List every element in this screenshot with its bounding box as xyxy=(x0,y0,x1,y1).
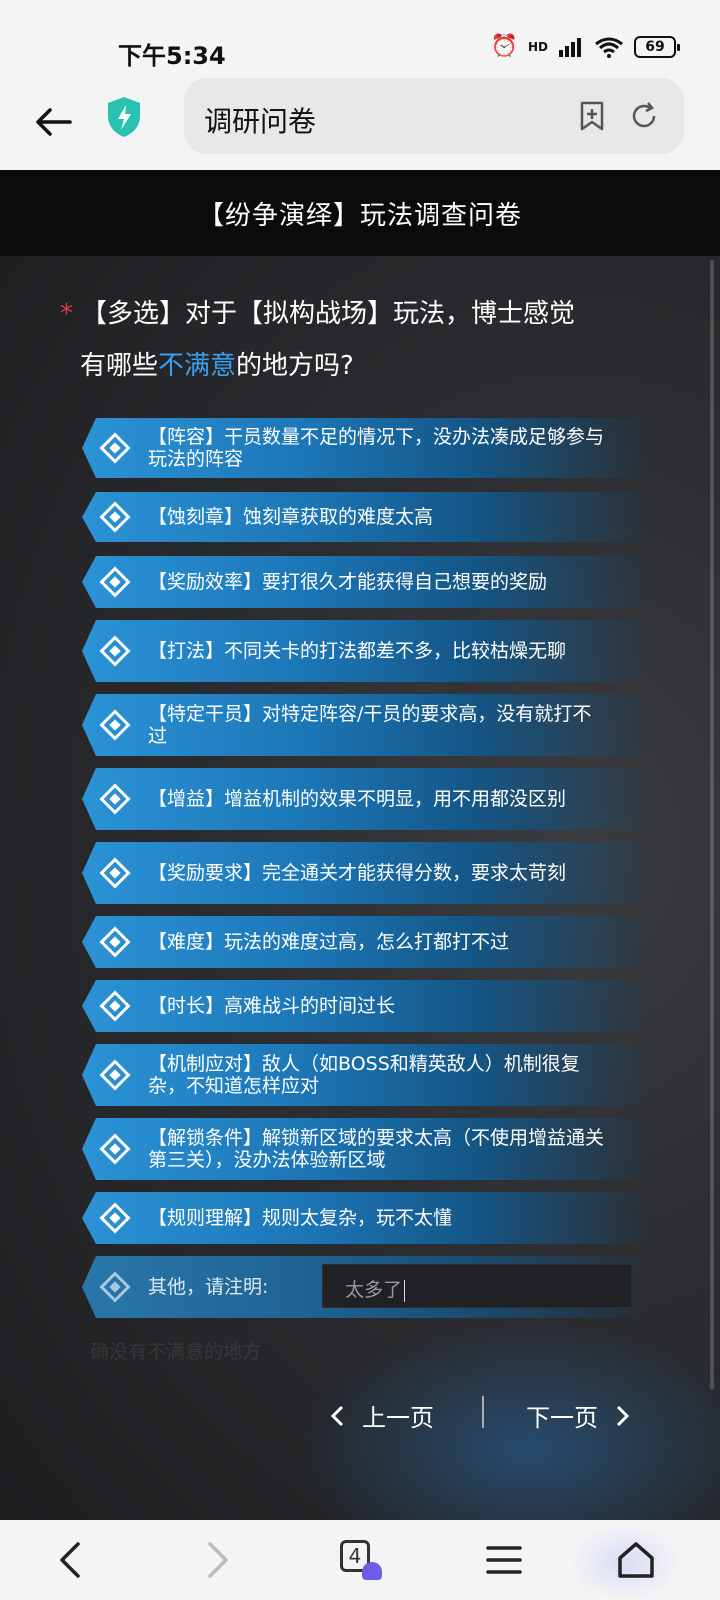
tabs-button[interactable]: 4 xyxy=(336,1536,384,1584)
security-shield-icon[interactable] xyxy=(106,96,142,138)
option-label: 【阵容】干员数量不足的情况下，没办法凑成足够参与玩法的阵容 xyxy=(148,426,605,470)
option-buff[interactable]: 【增益】增益机制的效果不明显，用不用都没区别 xyxy=(82,768,642,830)
option-label: 【奖励要求】完全通关才能获得分数，要求太苛刻 xyxy=(148,862,567,884)
option-specific-operator[interactable]: 【特定干员】对特定阵容/干员的要求高，没有就打不过 xyxy=(82,694,642,756)
page-scrollbar[interactable] xyxy=(710,260,714,1390)
option-none-faded[interactable]: 确没有不满意的地方 xyxy=(90,1330,490,1370)
checkbox-diamond-icon xyxy=(99,501,131,533)
prev-page-label: 上一页 xyxy=(362,1404,434,1432)
browser-bottom-nav: 4 xyxy=(0,1520,720,1600)
address-bar[interactable]: 调研问卷 xyxy=(184,78,684,154)
checkbox-diamond-icon xyxy=(99,1059,131,1091)
checkbox-diamond-icon xyxy=(99,566,131,598)
reload-icon[interactable] xyxy=(628,100,660,132)
pagination: 上一页 下一页 xyxy=(328,1390,648,1440)
battery-indicator: 69 xyxy=(634,36,680,58)
checkbox-diamond-icon xyxy=(99,709,131,741)
pager-divider xyxy=(482,1396,484,1428)
option-duration[interactable]: 【时长】高难战斗的时间过长 xyxy=(82,980,642,1032)
browser-toolbar: 调研问卷 xyxy=(0,78,720,170)
menu-icon[interactable] xyxy=(480,1536,528,1584)
question-highlight: 不满意 xyxy=(158,351,237,381)
option-etched-badge[interactable]: 【蚀刻章】蚀刻章获取的难度太高 xyxy=(82,492,642,542)
nav-back-icon[interactable] xyxy=(48,1536,96,1584)
option-rules[interactable]: 【规则理解】规则太复杂，玩不太懂 xyxy=(82,1192,642,1244)
checkbox-diamond-icon xyxy=(99,1133,131,1165)
survey-header: 【纷争演绎】玩法调查问卷 xyxy=(0,170,720,256)
status-time: 下午5:34 xyxy=(118,42,226,70)
option-other[interactable]: 其他，请注明: 太多了 xyxy=(82,1256,642,1318)
option-label: 【规则理解】规则太复杂，玩不太懂 xyxy=(148,1207,453,1229)
checkbox-diamond-icon xyxy=(99,990,131,1022)
network-type-label: HD xyxy=(527,40,548,54)
next-page-button[interactable]: 下一页 xyxy=(526,1398,632,1433)
option-lineup[interactable]: 【阵容】干员数量不足的情况下，没办法凑成足够参与玩法的阵容 xyxy=(82,418,642,478)
signal-icon xyxy=(559,38,581,57)
wifi-icon xyxy=(595,37,623,58)
prev-page-button[interactable]: 上一页 xyxy=(328,1398,434,1433)
option-label: 【奖励效率】要打很久才能获得自己想要的奖励 xyxy=(148,571,548,593)
address-bar-text: 调研问卷 xyxy=(204,105,317,138)
checkbox-diamond-icon xyxy=(99,926,131,958)
next-page-label: 下一页 xyxy=(526,1404,598,1432)
survey-title: 【纷争演绎】玩法调查问卷 xyxy=(197,200,522,231)
option-label: 【机制应对】敌人（如BOSS和精英敌人）机制很复杂，不知道怎样应对 xyxy=(148,1053,580,1097)
option-label: 【特定干员】对特定阵容/干员的要求高，没有就打不过 xyxy=(148,703,592,747)
checkbox-diamond-icon xyxy=(99,432,131,464)
chevron-left-icon xyxy=(330,1405,344,1426)
home-icon[interactable] xyxy=(612,1536,660,1584)
checkbox-diamond-icon xyxy=(99,1202,131,1234)
faded-option-label: 确没有不满意的地方 xyxy=(90,1340,262,1363)
option-label: 【打法】不同关卡的打法都差不多，比较枯燥无聊 xyxy=(148,640,567,662)
required-mark: * xyxy=(60,299,73,329)
option-label: 【蚀刻章】蚀刻章获取的难度太高 xyxy=(148,506,434,528)
option-label: 【难度】玩法的难度过高，怎么打都打不过 xyxy=(148,931,510,953)
option-label: 【解锁条件】解锁新区域的要求太高（不使用增益通关第三关），没办法体验新区域 xyxy=(148,1127,605,1171)
checkbox-diamond-icon xyxy=(99,1271,131,1303)
other-label: 其他，请注明: xyxy=(148,1276,269,1298)
question-part1: 【多选】对于【拟构战场】玩法，博士感觉 xyxy=(81,299,576,329)
option-unlock-condition[interactable]: 【解锁条件】解锁新区域的要求太高（不使用增益通关第三关），没办法体验新区域 xyxy=(82,1118,642,1180)
option-mechanics[interactable]: 【机制应对】敌人（如BOSS和精英敌人）机制很复杂，不知道怎样应对 xyxy=(82,1044,642,1106)
question-text: * 【多选】对于【拟构战场】玩法，博士感觉 有哪些不满意的地方吗? xyxy=(60,288,660,392)
alarm-icon: ⏰ xyxy=(490,34,518,59)
status-bar: 下午5:34 ⏰ HD 69 xyxy=(0,0,720,90)
checkbox-diamond-icon xyxy=(99,635,131,667)
survey-page: 【纷争演绎】玩法调查问卷 * 【多选】对于【拟构战场】玩法，博士感觉 有哪些不满意… xyxy=(0,170,720,1520)
nav-forward-icon[interactable] xyxy=(192,1536,240,1584)
back-arrow-icon[interactable] xyxy=(30,100,80,150)
option-playstyle[interactable]: 【打法】不同关卡的打法都差不多，比较枯燥无聊 xyxy=(82,620,642,682)
ghost-icon xyxy=(362,1562,382,1580)
checkbox-diamond-icon xyxy=(99,857,131,889)
option-label: 【增益】增益机制的效果不明显，用不用都没区别 xyxy=(148,788,567,810)
option-difficulty[interactable]: 【难度】玩法的难度过高，怎么打都打不过 xyxy=(82,916,642,968)
option-reward-efficiency[interactable]: 【奖励效率】要打很久才能获得自己想要的奖励 xyxy=(82,556,642,608)
add-bookmark-icon[interactable] xyxy=(576,100,608,132)
other-input-value: 太多了 xyxy=(345,1279,403,1301)
option-label: 【时长】高难战斗的时间过长 xyxy=(148,995,396,1017)
question-part3: 的地方吗? xyxy=(236,351,354,381)
other-text-input[interactable]: 太多了 xyxy=(322,1264,632,1308)
question-part2: 有哪些 xyxy=(80,351,159,381)
option-reward-requirement[interactable]: 【奖励要求】完全通关才能获得分数，要求太苛刻 xyxy=(82,842,642,904)
checkbox-diamond-icon xyxy=(99,783,131,815)
chevron-right-icon xyxy=(616,1405,630,1426)
status-icons: ⏰ HD 69 xyxy=(490,34,680,60)
text-caret xyxy=(404,1279,406,1302)
